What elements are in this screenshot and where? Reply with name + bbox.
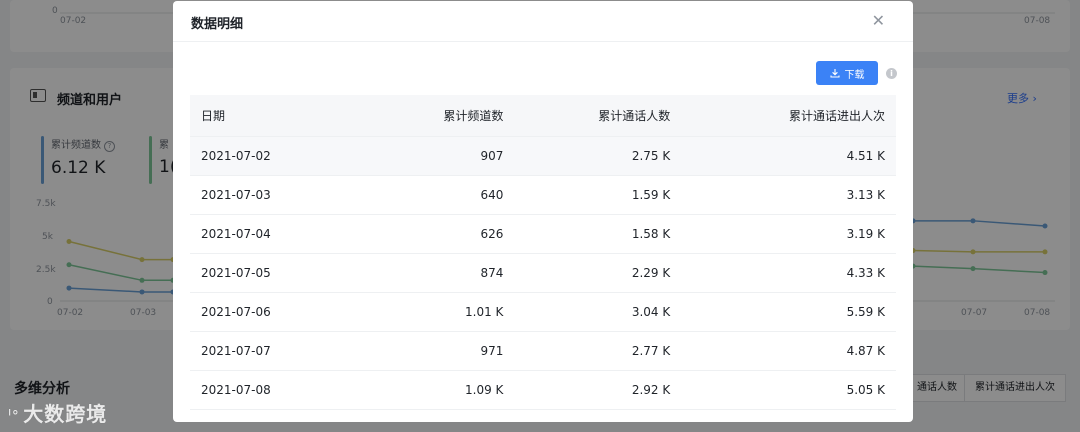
table-cell: 2.29 K (514, 253, 682, 293)
table-cell: 874 (338, 253, 515, 293)
table-cell: 3.04 K (514, 292, 682, 332)
table-cell: 2021-07-03 (190, 175, 338, 215)
table-header-row: 日期 累计频道数 累计通话人数 累计通话进出人次 (190, 95, 896, 137)
table-cell: 2.92 K (514, 370, 682, 410)
download-button[interactable]: 下载 (816, 61, 878, 85)
table-cell: 2021-07-06 (190, 292, 338, 332)
table-cell: 5.05 K (681, 370, 896, 410)
download-label: 下载 (844, 69, 865, 81)
table-cell: 2021-07-07 (190, 331, 338, 371)
logo-icon: ᑊᐤ (8, 406, 20, 425)
header-call-inout: 累计通话进出人次 (681, 95, 896, 137)
table-row: 2021-07-06 1.01 K 3.04 K 5.59 K (190, 292, 896, 332)
modal-title: 数据明细 (191, 17, 244, 32)
table-row: 2021-07-05 874 2.29 K 4.33 K (190, 253, 896, 293)
table-cell: 3.13 K (681, 175, 896, 215)
table-cell: 971 (338, 331, 515, 371)
table-cell: 1.01 K (338, 292, 515, 332)
table-cell: 2021-07-05 (190, 253, 338, 293)
modal-header: 数据明细 ✕ (173, 1, 913, 42)
header-channel-count: 累计频道数 (338, 95, 515, 137)
table-cell: 2021-07-04 (190, 214, 338, 254)
table-cell: 1.58 K (514, 214, 682, 254)
detail-table: 日期 累计频道数 累计通话人数 累计通话进出人次 2021-07-02 907 2.… (190, 95, 896, 410)
table-row: 2021-07-04 626 1.58 K 3.19 K (190, 214, 896, 254)
table-cell: 1.09 K (338, 370, 515, 410)
table-row: 2021-07-02 907 2.75 K 4.51 K (190, 136, 896, 176)
table-cell: 4.51 K (681, 136, 896, 176)
table-cell: 907 (338, 136, 515, 176)
table-cell: 2.75 K (514, 136, 682, 176)
watermark: ᑊᐤ 大数跨境 (8, 398, 107, 427)
download-icon (829, 69, 840, 78)
info-icon[interactable]: i (886, 68, 897, 79)
table-cell: 3.19 K (681, 214, 896, 254)
table-row: 2021-07-07 971 2.77 K 4.87 K (190, 331, 896, 371)
table-row: 2021-07-03 640 1.59 K 3.13 K (190, 175, 896, 215)
table-cell: 2021-07-02 (190, 136, 338, 176)
close-icon[interactable]: ✕ (872, 11, 885, 30)
table-cell: 2.77 K (514, 331, 682, 371)
header-date: 日期 (190, 95, 338, 137)
table-cell: 626 (338, 214, 515, 254)
header-call-users: 累计通话人数 (514, 95, 682, 137)
table-cell: 5.59 K (681, 292, 896, 332)
table-cell: 4.87 K (681, 331, 896, 371)
table-cell: 640 (338, 175, 515, 215)
table-cell: 4.33 K (681, 253, 896, 293)
watermark-text: 大数跨境 (23, 402, 108, 426)
data-detail-modal: 数据明细 ✕ 下载 i 日期 累计频道数 累计通话人数 累计通话进出人次 202… (173, 1, 913, 422)
table-row: 2021-07-08 1.09 K 2.92 K 5.05 K (190, 370, 896, 410)
table-cell: 2021-07-08 (190, 370, 338, 410)
table-cell: 1.59 K (514, 175, 682, 215)
